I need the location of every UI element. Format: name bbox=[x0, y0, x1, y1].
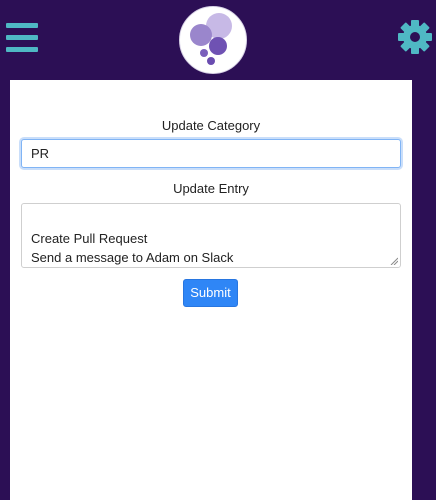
menu-bar bbox=[6, 23, 38, 28]
submit-button[interactable]: Submit bbox=[183, 279, 238, 307]
hamburger-menu-icon[interactable] bbox=[6, 23, 38, 52]
category-label: Update Category bbox=[161, 118, 261, 133]
entry-label: Update Entry bbox=[173, 181, 249, 196]
category-input[interactable] bbox=[21, 139, 401, 168]
update-form-panel: Update Category Update Entry Create Pull… bbox=[10, 80, 412, 500]
resize-handle-icon[interactable] bbox=[390, 257, 398, 265]
bubbles-logo bbox=[179, 6, 247, 74]
entry-text: Create Pull Request Send a message to Ad… bbox=[31, 231, 234, 265]
menu-bar bbox=[6, 47, 38, 52]
menu-bar bbox=[6, 35, 38, 40]
gear-icon[interactable] bbox=[396, 18, 434, 56]
entry-textarea[interactable]: Create Pull Request Send a message to Ad… bbox=[21, 203, 401, 268]
